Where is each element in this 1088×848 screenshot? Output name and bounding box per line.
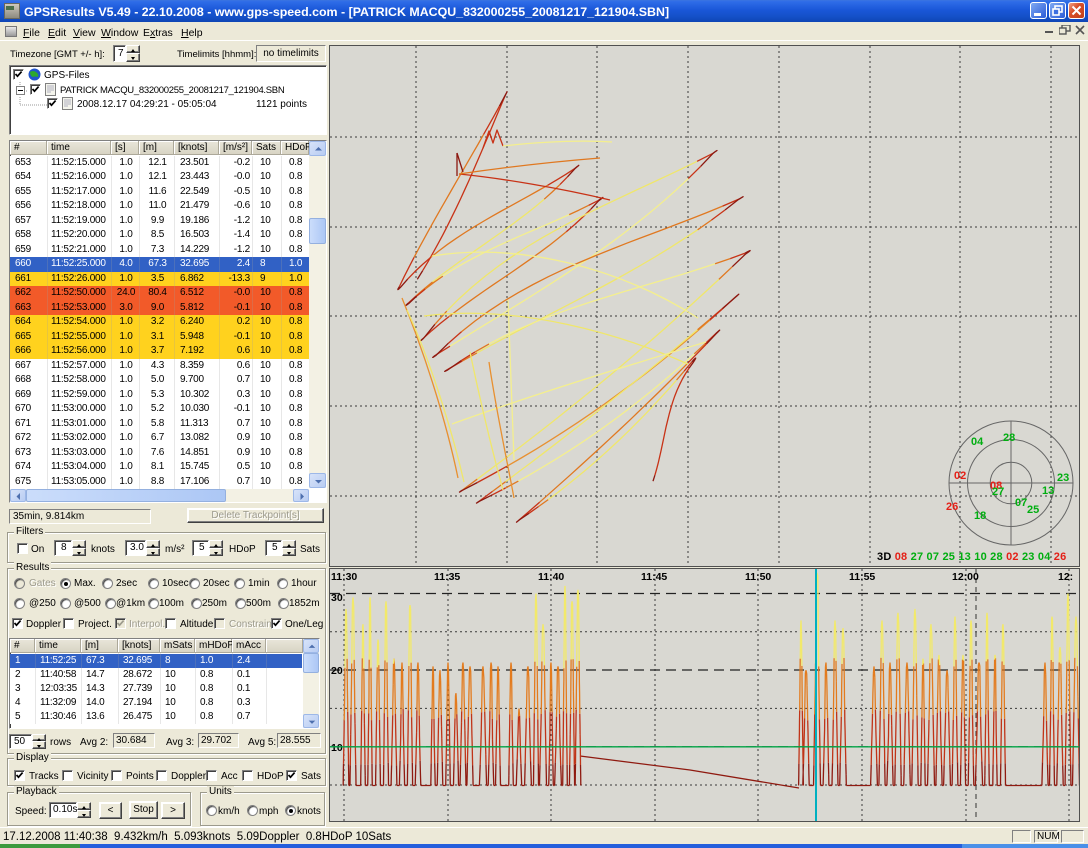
svg-text:07: 07 (1015, 497, 1027, 509)
svg-text:25: 25 (1027, 504, 1039, 516)
svg-text:23: 23 (1057, 472, 1069, 484)
svg-text:26: 26 (946, 501, 958, 513)
svg-text:02: 02 (954, 470, 966, 482)
svg-text:18: 18 (974, 510, 986, 522)
svg-text:04: 04 (971, 436, 984, 448)
svg-text:27: 27 (992, 486, 1004, 498)
svg-text:13: 13 (1042, 485, 1054, 497)
svg-text:28: 28 (1003, 432, 1015, 444)
